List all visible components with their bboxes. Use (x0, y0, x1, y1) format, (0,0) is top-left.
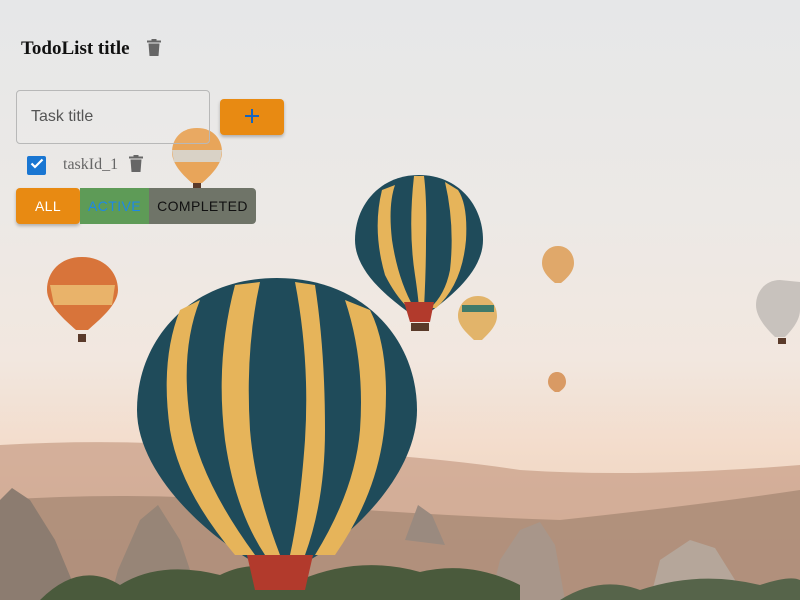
task-item: taskId_1 (27, 155, 146, 175)
task-completed-checkbox[interactable] (27, 155, 46, 175)
add-task-button[interactable] (220, 99, 284, 135)
delete-task-button[interactable] (126, 155, 146, 175)
filter-buttons: ALL ACTIVE COMPLETED (16, 188, 256, 224)
plus-icon (245, 108, 259, 126)
task-label[interactable]: taskId_1 (63, 156, 118, 174)
todolist-app: TodoList title Task title taskId_1 ALL A… (0, 0, 800, 600)
filter-active-button[interactable]: ACTIVE (80, 188, 149, 224)
checkmark-icon (30, 156, 44, 174)
todolist-title: TodoList title (21, 38, 130, 59)
delete-todolist-button[interactable] (144, 39, 164, 59)
add-task-form (16, 90, 284, 144)
filter-completed-button[interactable]: COMPLETED (149, 188, 256, 224)
task-title-input[interactable] (16, 90, 210, 144)
todolist-header: TodoList title (21, 38, 164, 60)
trash-icon (129, 155, 144, 175)
trash-icon (146, 39, 161, 59)
filter-all-button[interactable]: ALL (16, 188, 80, 224)
